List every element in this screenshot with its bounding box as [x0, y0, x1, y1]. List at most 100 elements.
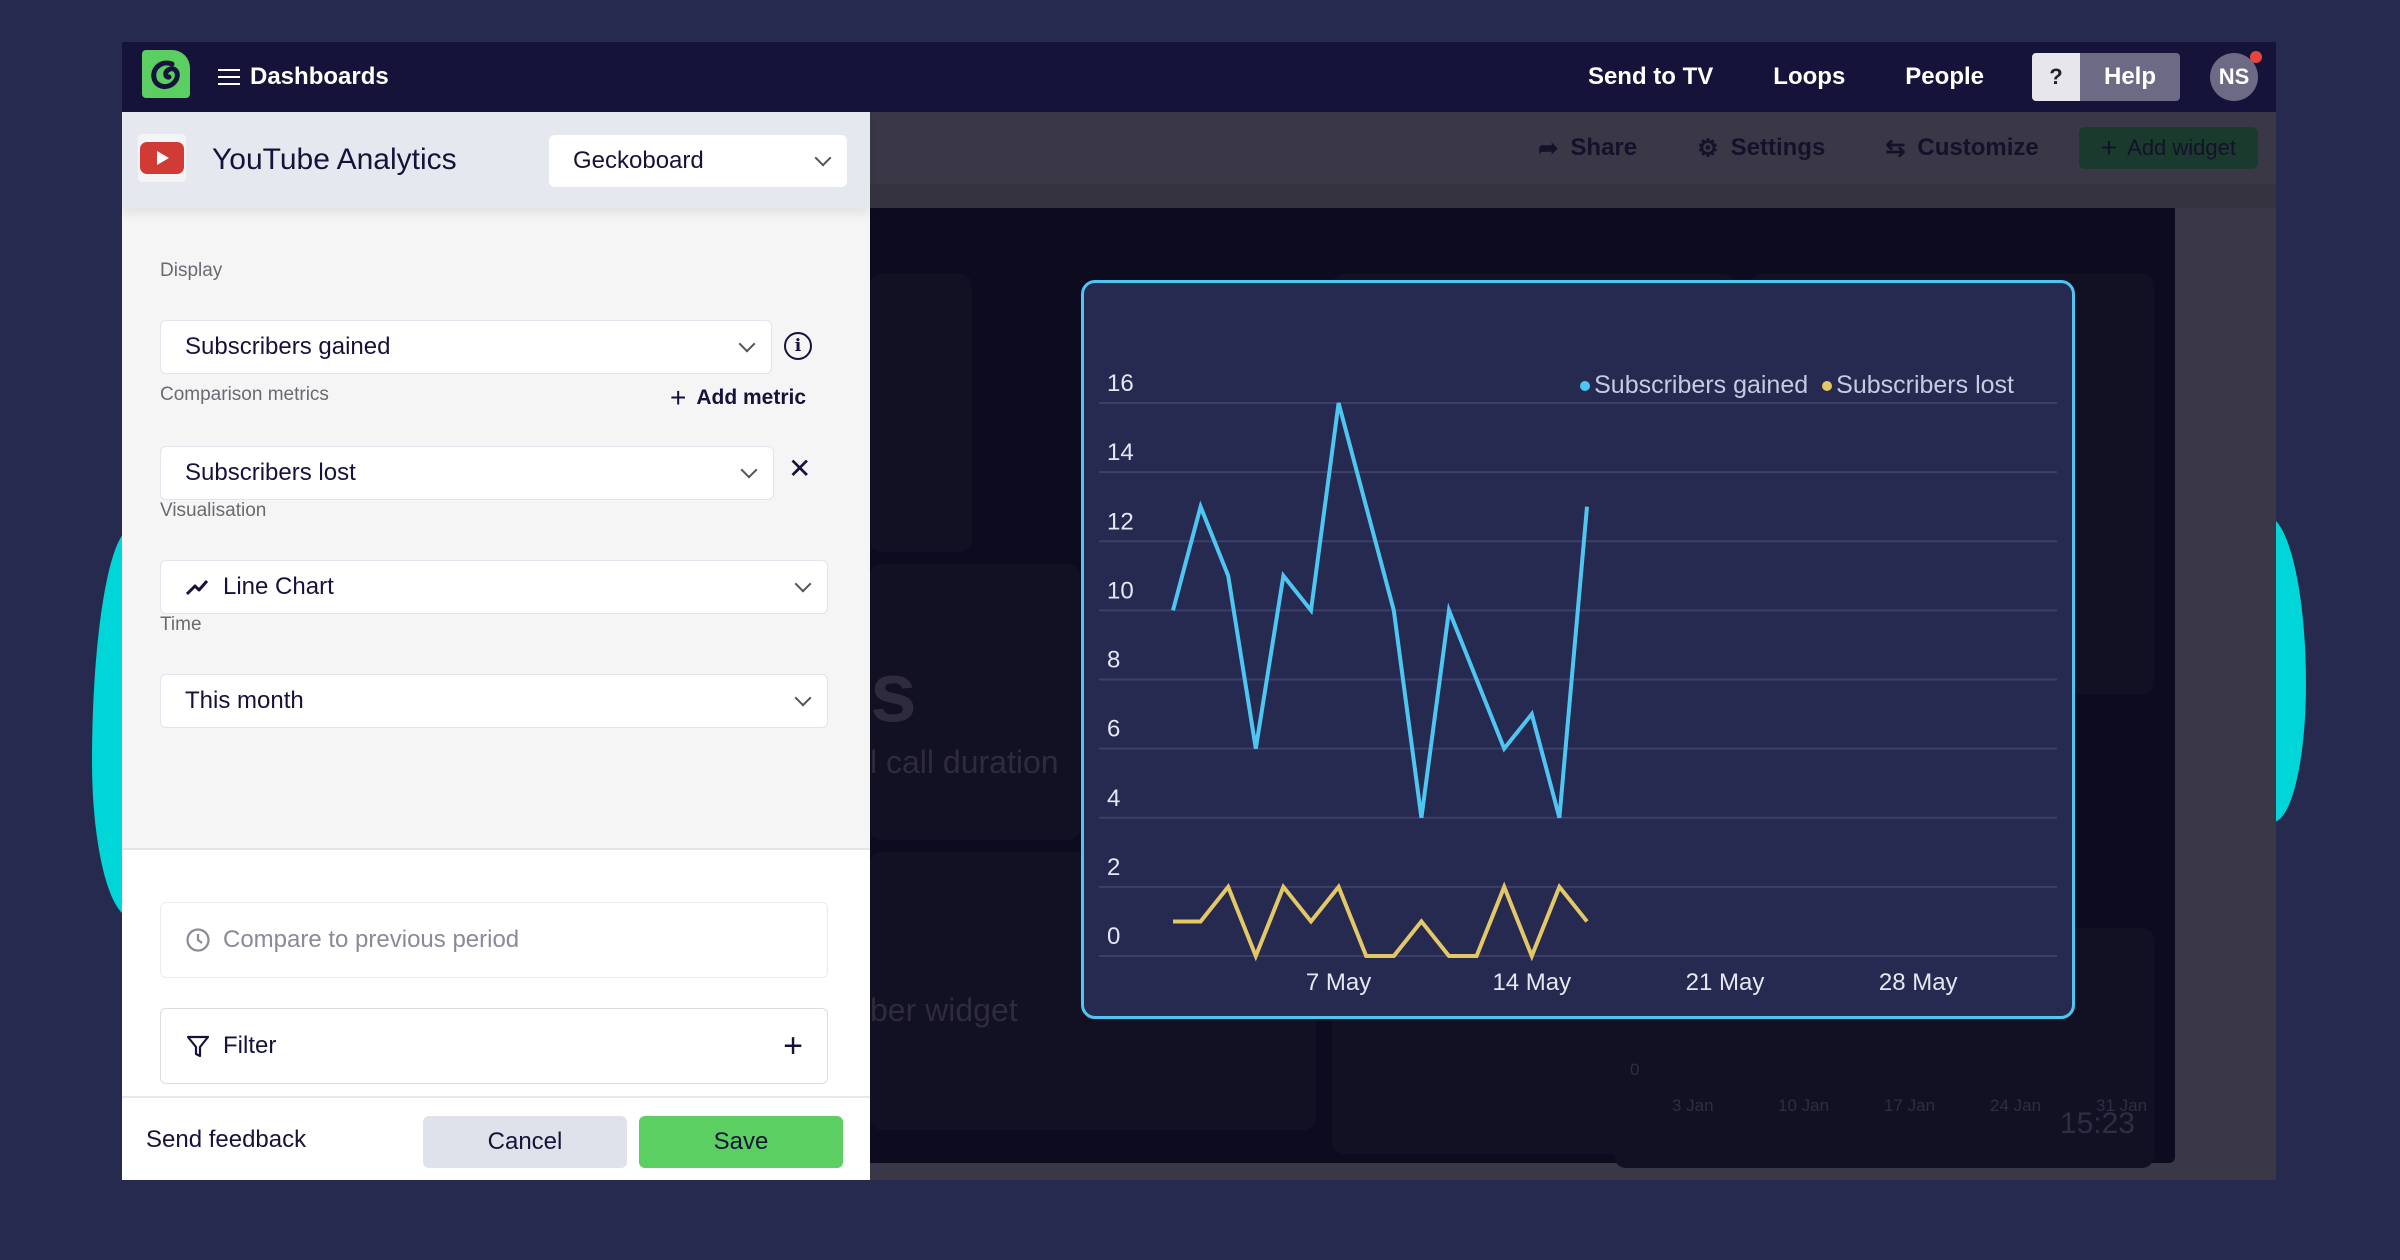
filter-label: Filter [223, 1032, 277, 1059]
dashboard-clock: 15:23 [2059, 1107, 2135, 1140]
account-select-value: Geckoboard [573, 147, 704, 174]
time-select-value: This month [185, 687, 304, 714]
compare-previous-label: Compare to previous period [223, 926, 520, 953]
y-tick-label: 10 [1107, 577, 1134, 604]
customize-button[interactable]: ⇆ Customize [1885, 134, 2038, 163]
chart-preview-card: 0 2 4 6 8 10 12 14 16 7 May 14 May 21 May 28 May Sub… [1081, 280, 2075, 1019]
user-avatar[interactable]: NS [2210, 51, 2262, 101]
mini-chart-tick: 10 Jan [1778, 1096, 1830, 1115]
add-widget-button[interactable]: + Add widget [2078, 127, 2258, 169]
share-arrow-icon: ➦ [1538, 134, 1559, 162]
y-tick-label: 6 [1107, 716, 1120, 743]
legend-dot [1580, 380, 1591, 391]
settings-label: Settings [1730, 134, 1826, 161]
mini-chart-tick: 24 Jan [1990, 1096, 2042, 1115]
chart-legend: Subscribers gained Subscribers lost [1580, 371, 2014, 400]
legend-item-lost: Subscribers lost [1822, 371, 2014, 400]
youtube-logo [138, 134, 186, 182]
share-button[interactable]: ➦ Share [1538, 134, 1637, 163]
avatar-initials: NS [2218, 64, 2250, 89]
chevron-down-icon [794, 689, 812, 707]
geckoboard-logo-icon[interactable] [142, 50, 190, 98]
y-tick-label: 16 [1107, 370, 1134, 397]
toolbar-divider [870, 184, 2276, 208]
legend-item-gained: Subscribers gained [1580, 371, 1808, 400]
filter-option[interactable]: Filter + [160, 1008, 828, 1084]
settings-button[interactable]: ⚙ Settings [1697, 134, 1825, 163]
x-tick-label: 14 May [1492, 969, 1571, 996]
x-tick-label: 21 May [1686, 969, 1765, 996]
loops-link[interactable]: Loops [1773, 63, 1845, 91]
y-tick-label: 8 [1107, 647, 1120, 674]
line-chart-icon [185, 580, 209, 596]
hamburger-menu-icon [218, 69, 240, 85]
legend-label: Subscribers gained [1594, 371, 1809, 399]
cancel-button[interactable]: Cancel [423, 1116, 627, 1168]
send-feedback-link[interactable]: Send feedback [146, 1098, 306, 1180]
info-icon[interactable]: i [784, 332, 812, 360]
account-select[interactable]: Geckoboard [549, 135, 847, 187]
time-select[interactable]: This month [160, 674, 828, 728]
add-metric-button[interactable]: + Add metric [670, 384, 806, 412]
clock-icon [186, 928, 210, 952]
mini-chart-zero: 0 [1630, 1060, 1640, 1079]
add-widget-label: Add widget [2127, 135, 2236, 160]
plus-icon: + [2100, 132, 2118, 163]
panel-title: YouTube Analytics [212, 143, 457, 176]
help-label: Help [2080, 53, 2180, 101]
chevron-down-icon [738, 335, 756, 353]
chevron-down-icon [794, 575, 812, 593]
background-widget: s l call duration [870, 564, 1080, 840]
x-tick-label: 28 May [1879, 969, 1958, 996]
add-metric-label: Add metric [696, 386, 807, 409]
top-navigation: Dashboards Send to TV Loops People ? Hel… [122, 42, 2276, 112]
save-button[interactable]: Save [639, 1116, 843, 1168]
people-link[interactable]: People [1905, 63, 1984, 91]
panel-settings: Display Subscribers gained i Comparison … [122, 208, 870, 850]
comparison-metric-select[interactable]: Subscribers lost [160, 446, 774, 500]
background-widget-caption: l call duration [870, 744, 1059, 780]
y-tick-label: 4 [1107, 785, 1120, 812]
visualisation-label: Visualisation [160, 500, 267, 521]
compare-previous-period-option[interactable]: Compare to previous period [160, 902, 828, 978]
background-widget-value: s [870, 645, 917, 739]
dashboards-menu-button[interactable]: Dashboards [218, 42, 389, 112]
widget-config-panel: YouTube Analytics Geckoboard Display Sub… [122, 112, 870, 1180]
chevron-down-icon [814, 149, 832, 167]
customize-icon: ⇆ [1885, 134, 1906, 162]
comparison-metrics-label: Comparison metrics [160, 384, 329, 405]
plus-icon: + [670, 382, 687, 413]
y-tick-label: 12 [1107, 508, 1134, 535]
display-label: Display [160, 260, 223, 281]
dashboard-toolbar: ➦ Share ⚙ Settings ⇆ Customize + Add wid… [870, 112, 2276, 184]
gear-icon: ⚙ [1697, 134, 1719, 162]
y-tick-label: 14 [1107, 439, 1134, 466]
y-tick-label: 2 [1107, 854, 1120, 881]
comparison-select-value: Subscribers lost [185, 459, 356, 486]
add-filter-plus-icon[interactable]: + [783, 1029, 803, 1063]
background-widget [870, 274, 972, 552]
filter-funnel-icon [186, 1035, 210, 1058]
x-tick-label: 7 May [1306, 969, 1371, 996]
remove-metric-close-icon[interactable]: ✕ [788, 452, 811, 485]
question-mark-icon: ? [2032, 53, 2080, 101]
display-select[interactable]: Subscribers gained [160, 320, 772, 374]
customize-label: Customize [1917, 134, 2039, 161]
share-label: Share [1570, 134, 1638, 161]
panel-footer: Send feedback Cancel Save [122, 1096, 870, 1180]
chevron-down-icon [740, 461, 758, 479]
legend-dot [1822, 380, 1833, 391]
background-widget-caption: ber widget [870, 992, 1018, 1028]
y-tick-label: 0 [1107, 923, 1120, 950]
help-button[interactable]: ? Help [2032, 53, 2180, 101]
mini-chart-tick: 3 Jan [1672, 1096, 1714, 1115]
visualisation-select[interactable]: Line Chart [160, 560, 828, 614]
notification-dot [2250, 51, 2262, 63]
mini-chart-tick: 17 Jan [1884, 1096, 1936, 1115]
panel-header: YouTube Analytics Geckoboard [122, 112, 870, 208]
dashboards-label: Dashboards [250, 63, 389, 90]
time-label: Time [160, 614, 202, 635]
send-to-tv-link[interactable]: Send to TV [1588, 63, 1713, 91]
legend-label: Subscribers lost [1836, 371, 2014, 399]
series-line-subscribers-lost [1173, 881, 1589, 962]
